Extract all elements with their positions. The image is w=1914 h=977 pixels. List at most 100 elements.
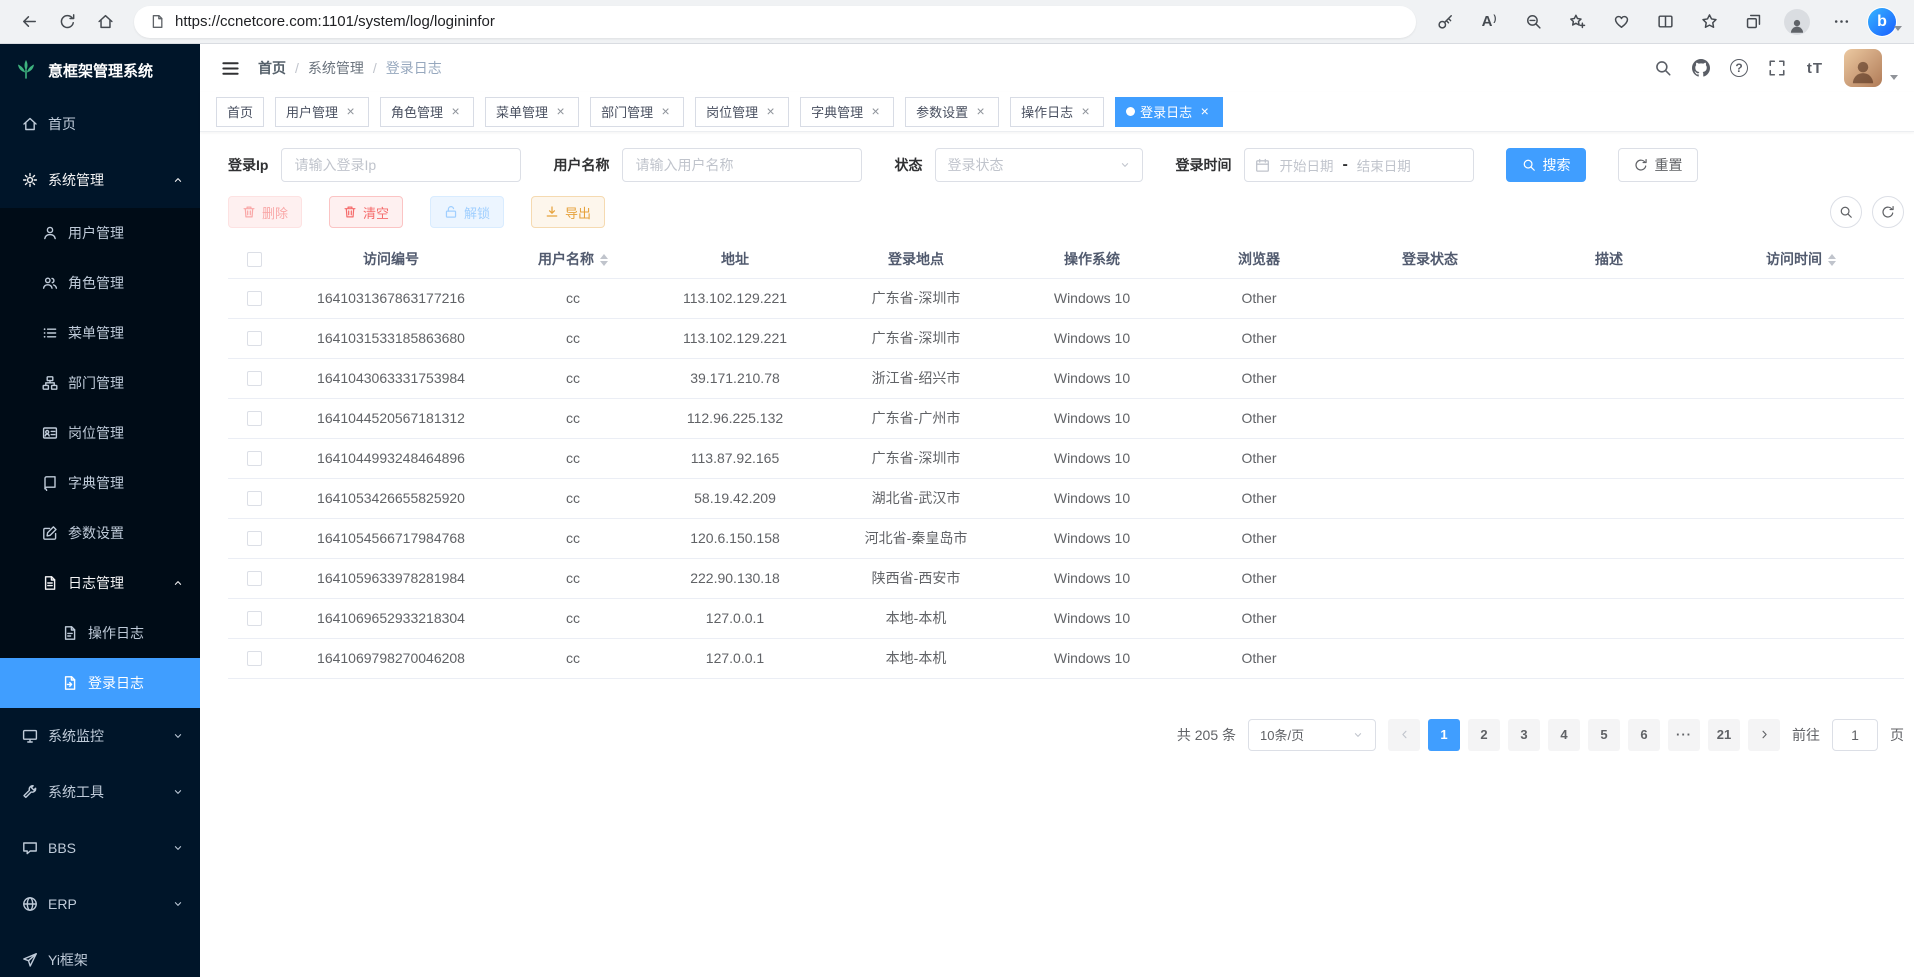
page-button-6[interactable]: 6 xyxy=(1628,719,1660,751)
close-icon[interactable]: × xyxy=(553,104,568,119)
fullscreen-icon[interactable] xyxy=(1762,53,1792,83)
tab-department-management[interactable]: 部门管理× xyxy=(590,97,684,127)
user-avatar[interactable] xyxy=(1844,49,1882,87)
close-icon[interactable]: × xyxy=(1197,104,1212,119)
tab-menu-management[interactable]: 菜单管理× xyxy=(485,97,579,127)
username-filter-input[interactable] xyxy=(622,148,862,182)
tab-operation-log[interactable]: 操作日志× xyxy=(1010,97,1104,127)
page-info-icon[interactable] xyxy=(150,14,165,29)
sidebar-item-yi-framework[interactable]: Yi框架 xyxy=(0,932,200,977)
sidebar-item-home[interactable]: 首页 xyxy=(0,96,200,152)
sidebar-item-system-management[interactable]: 系统管理 xyxy=(0,152,200,208)
tab-role-management[interactable]: 角色管理× xyxy=(380,97,474,127)
sidebar-item-erp[interactable]: ERP xyxy=(0,876,200,932)
row-checkbox[interactable] xyxy=(247,611,262,626)
row-checkbox[interactable] xyxy=(247,371,262,386)
tab-dict-management[interactable]: 字典管理× xyxy=(800,97,894,127)
sidebar-item-post-management[interactable]: 岗位管理 xyxy=(0,408,200,458)
next-page-button[interactable] xyxy=(1748,719,1780,751)
collections-icon[interactable] xyxy=(1734,5,1772,39)
help-icon[interactable]: ? xyxy=(1724,53,1754,83)
sidebar-item-user-management[interactable]: 用户管理 xyxy=(0,208,200,258)
browser-home-button[interactable] xyxy=(86,5,124,39)
sidebar-item-menu-management[interactable]: 菜单管理 xyxy=(0,308,200,358)
end-date-placeholder[interactable]: 结束日期 xyxy=(1357,155,1411,175)
refresh-table-button[interactable] xyxy=(1872,196,1904,228)
page-button-1[interactable]: 1 xyxy=(1428,719,1460,751)
reset-button[interactable]: 重置 xyxy=(1618,148,1698,182)
tab-post-management[interactable]: 岗位管理× xyxy=(695,97,789,127)
page-button-2[interactable]: 2 xyxy=(1468,719,1500,751)
page-button-21[interactable]: 21 xyxy=(1708,719,1740,751)
table-row[interactable]: 1641069652933218304cc 127.0.0.1本地-本机 Win… xyxy=(228,598,1904,638)
login-time-range-picker[interactable]: 开始日期 - 结束日期 xyxy=(1244,148,1474,182)
sidebar-item-log-management[interactable]: 日志管理 xyxy=(0,558,200,608)
header-search-icon[interactable] xyxy=(1648,53,1678,83)
avatar-dropdown-caret-icon[interactable] xyxy=(1890,75,1898,80)
row-checkbox[interactable] xyxy=(247,571,262,586)
sidebar-item-system-monitor[interactable]: 系统监控 xyxy=(0,708,200,764)
table-row[interactable]: 1641031367863177216cc 113.102.129.221广东省… xyxy=(228,278,1904,318)
page-button-4[interactable]: 4 xyxy=(1548,719,1580,751)
more-pages-button[interactable]: ··· xyxy=(1668,719,1700,751)
zoom-out-icon[interactable] xyxy=(1514,5,1552,39)
sidebar-item-bbs[interactable]: BBS xyxy=(0,820,200,876)
address-bar[interactable]: https://ccnetcore.com:1101/system/log/lo… xyxy=(134,6,1416,38)
status-select[interactable]: 登录状态 xyxy=(935,148,1143,182)
table-row[interactable]: 1641043063331753984cc 39.171.210.78浙江省-绍… xyxy=(228,358,1904,398)
close-icon[interactable]: × xyxy=(448,104,463,119)
row-checkbox[interactable] xyxy=(247,331,262,346)
sidebar-collapse-icon[interactable] xyxy=(216,54,244,82)
table-row[interactable]: 1641069798270046208cc 127.0.0.1本地-本机 Win… xyxy=(228,638,1904,678)
sidebar-item-role-management[interactable]: 角色管理 xyxy=(0,258,200,308)
close-icon[interactable]: × xyxy=(868,104,883,119)
favorites-icon[interactable] xyxy=(1690,5,1728,39)
row-checkbox[interactable] xyxy=(247,651,262,666)
search-button[interactable]: 搜索 xyxy=(1506,148,1586,182)
font-size-icon[interactable]: tT xyxy=(1800,53,1830,83)
goto-page-input[interactable] xyxy=(1832,719,1878,751)
column-header-username[interactable]: 用户名称 xyxy=(502,240,644,278)
row-checkbox[interactable] xyxy=(247,411,262,426)
table-row[interactable]: 1641031533185863680cc 113.102.129.221广东省… xyxy=(228,318,1904,358)
page-button-5[interactable]: 5 xyxy=(1588,719,1620,751)
password-key-icon[interactable] xyxy=(1426,5,1464,39)
sidebar-item-login-log[interactable]: 登录日志 xyxy=(0,658,200,708)
delete-button[interactable]: 删除 xyxy=(228,196,302,228)
github-icon[interactable] xyxy=(1686,53,1716,83)
row-checkbox[interactable] xyxy=(247,291,262,306)
prev-page-button[interactable] xyxy=(1388,719,1420,751)
start-date-placeholder[interactable]: 开始日期 xyxy=(1279,155,1333,175)
close-icon[interactable]: × xyxy=(658,104,673,119)
bing-copilot-button[interactable]: b xyxy=(1866,5,1904,39)
close-icon[interactable]: × xyxy=(1078,104,1093,119)
tab-login-log[interactable]: 登录日志× xyxy=(1115,97,1223,127)
ip-filter-input[interactable] xyxy=(281,148,521,182)
table-row[interactable]: 1641054566717984768cc 120.6.150.158河北省-秦… xyxy=(228,518,1904,558)
split-screen-icon[interactable] xyxy=(1646,5,1684,39)
breadcrumb-system-management[interactable]: 系统管理 xyxy=(308,58,364,78)
unlock-button[interactable]: 解锁 xyxy=(430,196,504,228)
clear-button[interactable]: 清空 xyxy=(329,196,403,228)
export-button[interactable]: 导出 xyxy=(531,196,605,228)
browser-profile-avatar[interactable] xyxy=(1778,5,1816,39)
sidebar-item-param-settings[interactable]: 参数设置 xyxy=(0,508,200,558)
select-all-checkbox[interactable] xyxy=(247,252,262,267)
browser-essentials-icon[interactable] xyxy=(1602,5,1640,39)
tab-home[interactable]: 首页 xyxy=(216,97,264,127)
table-row[interactable]: 1641044993248464896cc 113.87.92.165广东省-深… xyxy=(228,438,1904,478)
close-icon[interactable]: × xyxy=(763,104,778,119)
add-favorite-icon[interactable] xyxy=(1558,5,1596,39)
toggle-search-button[interactable] xyxy=(1830,196,1862,228)
sidebar-item-operation-log[interactable]: 操作日志 xyxy=(0,608,200,658)
close-icon[interactable]: × xyxy=(973,104,988,119)
refresh-page-button[interactable] xyxy=(48,5,86,39)
breadcrumb-home[interactable]: 首页 xyxy=(258,58,286,78)
row-checkbox[interactable] xyxy=(247,531,262,546)
sidebar-item-department-management[interactable]: 部门管理 xyxy=(0,358,200,408)
sort-icon[interactable] xyxy=(1828,254,1836,266)
column-header-visit-time[interactable]: 访问时间 xyxy=(1698,240,1904,278)
sort-icon[interactable] xyxy=(600,254,608,266)
sidebar-item-dict-management[interactable]: 字典管理 xyxy=(0,458,200,508)
page-button-3[interactable]: 3 xyxy=(1508,719,1540,751)
